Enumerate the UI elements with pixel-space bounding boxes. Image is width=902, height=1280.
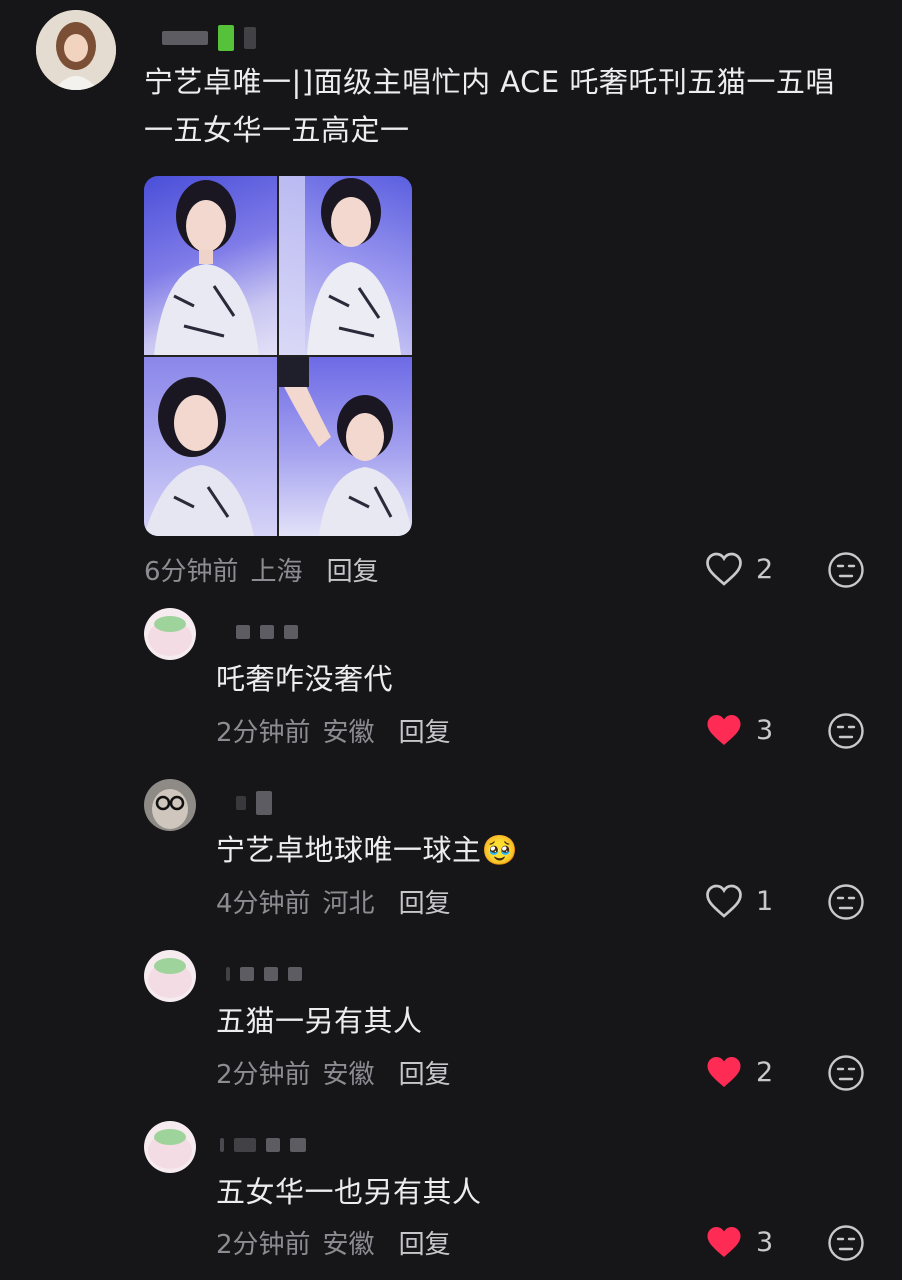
reply-avatar[interactable] — [144, 779, 196, 831]
dislike-button[interactable] — [827, 712, 865, 750]
reply-name-blurred[interactable] — [236, 791, 272, 815]
reply-text: 五猫一另有其人 — [216, 1004, 423, 1038]
comment-image-grid[interactable] — [144, 176, 412, 536]
main-comment-line-2: 一五女华一五高定一 — [144, 113, 410, 147]
meh-face-icon — [828, 1225, 864, 1261]
meh-face-icon — [828, 1055, 864, 1091]
reply-avatar[interactable] — [144, 608, 196, 660]
meh-face-icon — [828, 884, 864, 920]
reply-button[interactable]: 回复 — [399, 1054, 451, 1091]
main-like-button[interactable]: 2 — [706, 552, 773, 586]
meh-face-icon — [828, 552, 864, 588]
reply-time: 2分钟前 — [216, 1059, 311, 1090]
reply-text: 宁艺卓地球唯一球主🥹 — [216, 833, 519, 867]
heart-icon — [706, 884, 742, 918]
like-count: 1 — [756, 885, 774, 917]
main-comment-text: 宁艺卓唯一|]面级主唱忙内 ACE 吒奢吒刊五猫一五唱 一五女华一五高定一 — [144, 58, 884, 154]
reply-button[interactable]: 回复 — [399, 1224, 451, 1261]
reply-like-button[interactable]: 3 — [706, 713, 773, 747]
like-count: 2 — [756, 1056, 774, 1088]
heart-filled-icon — [707, 1227, 741, 1257]
like-count: 3 — [756, 1226, 774, 1258]
grid-image-1[interactable] — [144, 176, 277, 355]
reply-avatar[interactable] — [144, 1121, 196, 1173]
dislike-button[interactable] — [827, 551, 865, 589]
commenter-avatar[interactable] — [36, 10, 116, 90]
grid-image-4[interactable] — [279, 357, 412, 536]
reply-text: 五女华一也另有其人 — [216, 1175, 482, 1209]
reply-location: 安徽 — [322, 717, 375, 748]
main-comment-line-1: 宁艺卓唯一|]面级主唱忙内 ACE 吒奢吒刊五猫一五唱 — [144, 65, 835, 99]
like-count: 2 — [756, 553, 774, 585]
heart-icon — [706, 552, 742, 586]
reply-location: 河北 — [322, 888, 375, 919]
reply-like-button[interactable]: 3 — [706, 1225, 773, 1259]
reply-location: 安徽 — [322, 1229, 375, 1260]
reply-location: 安徽 — [322, 1059, 375, 1090]
reply-like-button[interactable]: 1 — [706, 884, 773, 918]
reply-avatar[interactable] — [144, 950, 196, 1002]
reply-meta: 2分钟前 安徽 回复 — [216, 1224, 451, 1261]
reply-time: 4分钟前 — [216, 888, 311, 919]
reply-button[interactable]: 回复 — [327, 551, 379, 588]
reply-button[interactable]: 回复 — [399, 883, 451, 920]
dislike-button[interactable] — [827, 1054, 865, 1092]
grid-image-3[interactable] — [144, 357, 277, 536]
reply-text: 吒奢咋没奢代 — [216, 662, 394, 696]
heart-filled-icon — [707, 1057, 741, 1087]
commenter-name-blurred[interactable] — [162, 25, 256, 51]
main-comment-meta: 6分钟前 上海 回复 — [144, 551, 379, 588]
reply-name-blurred[interactable] — [226, 964, 302, 984]
reply-time: 2分钟前 — [216, 1229, 311, 1260]
comment-time: 6分钟前 — [144, 556, 239, 587]
comment-location: 上海 — [250, 556, 303, 587]
reply-button[interactable]: 回复 — [399, 712, 451, 749]
grid-image-2[interactable] — [279, 176, 412, 355]
reply-meta: 4分钟前 河北 回复 — [216, 883, 451, 920]
reply-meta: 2分钟前 安徽 回复 — [216, 712, 451, 749]
reply-time: 2分钟前 — [216, 717, 311, 748]
dislike-button[interactable] — [827, 883, 865, 921]
reply-name-blurred[interactable] — [220, 1135, 306, 1155]
reply-meta: 2分钟前 安徽 回复 — [216, 1054, 451, 1091]
reply-like-button[interactable]: 2 — [706, 1055, 773, 1089]
dislike-button[interactable] — [827, 1224, 865, 1262]
like-count: 3 — [756, 714, 774, 746]
heart-filled-icon — [707, 715, 741, 745]
reply-name-blurred[interactable] — [236, 622, 298, 642]
meh-face-icon — [828, 713, 864, 749]
